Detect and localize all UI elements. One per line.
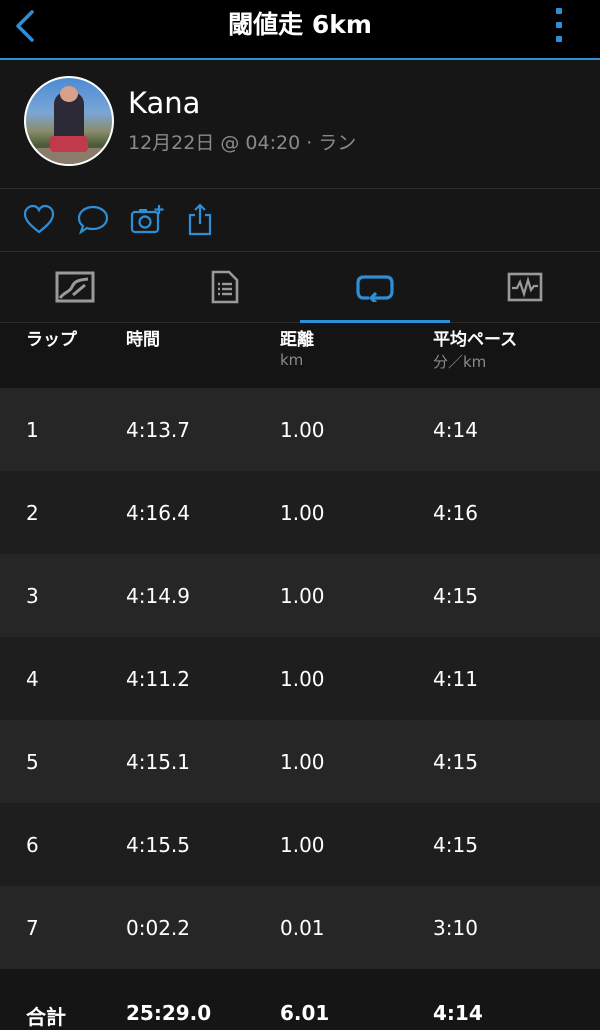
add-photo-button[interactable] [130,203,164,237]
lap-distance: 1.00 [280,584,325,608]
laps-table-header: ラップ 時間 距離 km 平均ペース 分／km [0,323,600,387]
lap-pace: 4:14 [433,418,478,442]
lap-time: 4:15.1 [126,750,190,774]
back-button[interactable] [8,6,42,46]
map-icon [55,271,95,303]
share-button[interactable] [184,203,218,237]
lap-distance: 1.00 [280,750,325,774]
lap-number: 3 [26,584,39,608]
lap-distance: 1.00 [280,833,325,857]
action-bar [0,189,600,252]
table-row[interactable]: 2 4:16.4 1.00 4:16 [0,471,600,554]
tab-details[interactable] [150,252,300,322]
more-dot-icon [556,22,562,28]
details-icon [211,270,239,304]
more-options-button[interactable] [554,8,564,42]
lap-distance: 1.00 [280,418,325,442]
lap-number: 5 [26,750,39,774]
column-label: ラップ [26,330,77,350]
comment-icon [77,205,109,235]
table-row[interactable]: 1 4:13.7 1.00 4:14 [0,388,600,471]
avatar[interactable] [24,76,114,166]
activity-profile: Kana 12月22日 @ 04:20 · ラン [0,60,600,189]
lap-distance: 1.00 [280,501,325,525]
table-row[interactable]: 3 4:14.9 1.00 4:15 [0,554,600,637]
avatar-head [60,86,78,102]
column-label: 距離 [280,330,314,350]
lap-pace: 4:11 [433,667,478,691]
laps-icon [356,275,394,302]
total-label: 合計 [26,1005,66,1029]
lap-time: 4:11.2 [126,667,190,691]
user-name[interactable]: Kana [128,86,200,120]
activity-meta: 12月22日 @ 04:20 · ラン [128,132,357,154]
lap-pace: 3:10 [433,916,478,940]
total-distance: 6.01 [280,1001,330,1025]
add-photo-icon [130,205,164,234]
heart-icon [23,204,55,234]
more-dot-icon [556,8,562,14]
lap-number: 2 [26,501,39,525]
column-header-time: 時間 [126,325,160,350]
lap-pace: 4:15 [433,750,478,774]
tab-laps[interactable] [300,252,450,323]
lap-number: 1 [26,418,39,442]
lap-number: 6 [26,833,39,857]
column-label: 平均ペース [433,330,518,350]
share-icon [188,203,212,236]
avatar-legs [50,136,88,152]
lap-time: 4:15.5 [126,833,190,857]
column-header-pace: 平均ペース 分／km [433,325,517,372]
lap-pace: 4:15 [433,584,478,608]
table-row[interactable]: 6 4:15.5 1.00 4:15 [0,803,600,886]
column-header-distance: 距離 km [280,325,314,369]
tab-charts[interactable] [450,252,600,322]
total-time: 25:29.0 [126,1001,212,1025]
comment-button[interactable] [76,203,110,237]
lap-number: 7 [26,916,39,940]
lap-distance: 1.00 [280,667,325,691]
activity-tabs [0,252,600,323]
charts-icon [507,272,543,302]
more-dot-icon [556,36,562,42]
lap-distance: 0.01 [280,916,325,940]
table-row[interactable]: 4 4:11.2 1.00 4:11 [0,637,600,720]
table-row[interactable]: 7 0:02.2 0.01 3:10 [0,886,600,969]
column-label: 時間 [126,330,160,350]
top-bar: 閾値走 6km [0,0,600,60]
lap-time: 4:14.9 [126,584,190,608]
column-unit: km [280,351,304,369]
column-unit: 分／km [433,353,487,371]
like-button[interactable] [22,203,56,237]
tab-map[interactable] [0,252,150,322]
column-header-lap: ラップ [26,325,77,350]
table-total-row: 合計 25:29.0 6.01 4:14 [0,969,600,1029]
lap-pace: 4:15 [433,833,478,857]
table-row[interactable]: 5 4:15.1 1.00 4:15 [0,720,600,803]
chevron-left-icon [16,10,34,42]
lap-time: 0:02.2 [126,916,190,940]
lap-number: 4 [26,667,39,691]
total-pace: 4:14 [433,1001,483,1025]
lap-time: 4:16.4 [126,501,190,525]
page-title: 閾値走 6km [228,10,372,39]
lap-pace: 4:16 [433,501,478,525]
lap-time: 4:13.7 [126,418,190,442]
